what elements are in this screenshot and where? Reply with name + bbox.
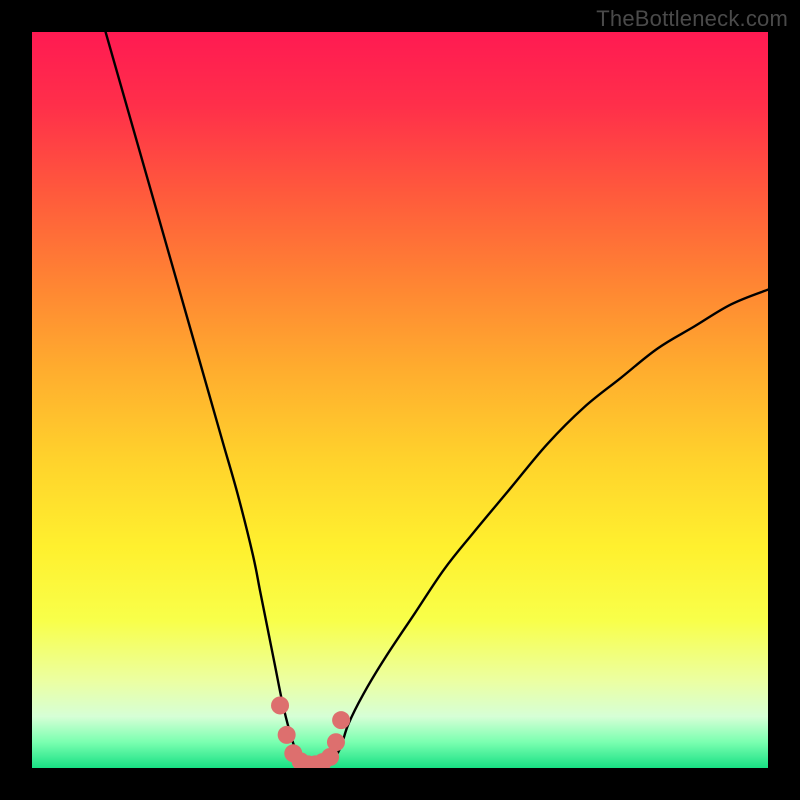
bottleneck-chart [32, 32, 768, 768]
watermark-text: TheBottleneck.com [596, 6, 788, 32]
accent-dot [271, 696, 289, 714]
chart-frame: TheBottleneck.com [0, 0, 800, 800]
gradient-background [32, 32, 768, 768]
accent-dot [332, 711, 350, 729]
plot-area [32, 32, 768, 768]
accent-dot [327, 733, 345, 751]
accent-dot [278, 726, 296, 744]
